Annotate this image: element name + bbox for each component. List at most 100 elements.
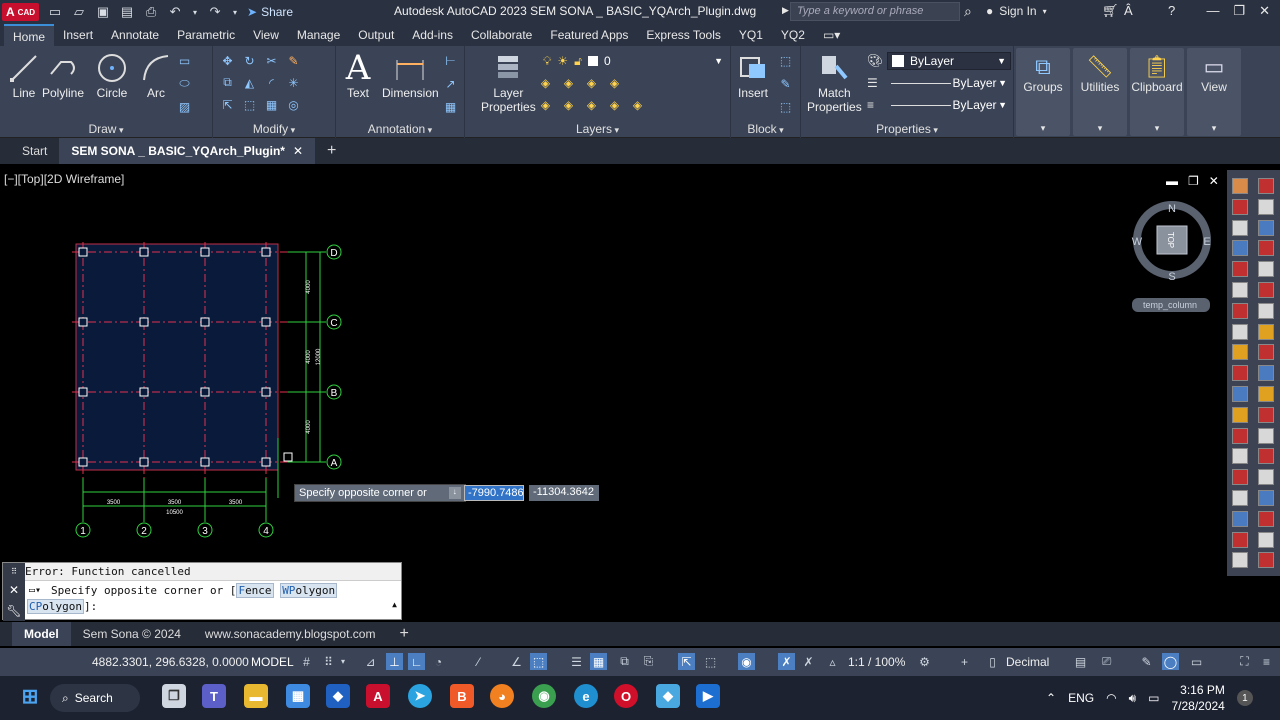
plugin-tool-1-0-icon[interactable] <box>1232 198 1248 215</box>
notification-badge[interactable]: 1 <box>1236 690 1253 706</box>
isolate-objects-icon[interactable]: ✎ <box>1138 653 1155 670</box>
ribbon-tab-yq2[interactable]: YQ2 <box>772 24 814 46</box>
viewcube[interactable]: TOP N S E W <box>1132 201 1211 283</box>
tray-expand-icon[interactable]: ⌃ <box>1046 691 1056 705</box>
ribbon-tab-output[interactable]: Output <box>349 24 403 46</box>
dynamic-ucs-icon[interactable]: ⇱ <box>678 653 695 670</box>
layer-tool-7-icon[interactable]: ◈ <box>560 96 577 113</box>
teams-icon[interactable]: T <box>202 684 226 708</box>
layer-tool-9-icon[interactable]: ◈ <box>606 96 623 113</box>
ribbon-tab-manage[interactable]: Manage <box>288 24 349 46</box>
arc-tool[interactable]: Arc <box>138 50 174 100</box>
chrome-icon[interactable]: ◉ <box>532 684 556 708</box>
edge-icon[interactable]: e <box>574 684 598 708</box>
plugin-tool-8-1-icon[interactable] <box>1258 344 1274 361</box>
opera-icon[interactable]: O <box>614 684 638 708</box>
save-icon[interactable]: ▣ <box>95 4 111 20</box>
plugin-tool-17-1-icon[interactable] <box>1258 531 1274 548</box>
new-layout-plus-icon[interactable]: + <box>387 625 420 643</box>
plugin-tool-17-0-icon[interactable] <box>1232 531 1248 548</box>
plugin-tool-2-1-icon[interactable] <box>1258 219 1274 236</box>
plugin-tool-7-1-icon[interactable] <box>1258 323 1274 340</box>
ribbon-tab-express-tools[interactable]: Express Tools <box>637 24 729 46</box>
fullscreen-icon[interactable]: ⛶ <box>1236 653 1253 670</box>
linear-dim-icon[interactable]: ⊢ <box>442 52 459 69</box>
plugin-tool-14-1-icon[interactable] <box>1258 469 1274 486</box>
brave-icon[interactable]: B <box>450 684 474 708</box>
scale-icon[interactable]: ⬚ <box>241 96 258 113</box>
ribbon-tab-collaborate[interactable]: Collaborate <box>462 24 541 46</box>
start-tab[interactable]: Start <box>10 138 59 164</box>
dimension-tool[interactable]: Dimension <box>382 50 439 100</box>
windows-start-icon[interactable]: ⊞ <box>18 684 42 708</box>
option-wpolygon[interactable]: WPolygon <box>280 583 338 598</box>
plugin-tool-2-0-icon[interactable] <box>1232 219 1248 236</box>
plugin-tool-18-1-icon[interactable] <box>1258 552 1274 569</box>
ellipse-icon[interactable]: ⬭ <box>176 75 193 92</box>
help-icon[interactable]: ? <box>1168 3 1175 18</box>
model-space-toggle[interactable]: MODEL <box>251 655 294 669</box>
polyline-tool[interactable]: Polyline <box>42 50 84 100</box>
plugin-tool-3-1-icon[interactable] <box>1258 240 1274 257</box>
plugin-tool-13-1-icon[interactable] <box>1258 448 1274 465</box>
ribbon-tab-annotate[interactable]: Annotate <box>102 24 168 46</box>
lineweight-icon[interactable]: ☰ <box>568 653 585 670</box>
clock[interactable]: 3:16 PM 7/28/2024 <box>1171 682 1224 714</box>
layer-tool-6-icon[interactable]: ◈ <box>537 96 554 113</box>
annotation-scale-icon[interactable]: ▵ <box>824 653 841 670</box>
save-as-icon[interactable]: ▤ <box>119 4 135 20</box>
layer-tool-8-icon[interactable]: ◈ <box>583 96 600 113</box>
task-view-icon[interactable]: ❐ <box>162 684 186 708</box>
copy-icon[interactable]: ⧉ <box>219 74 236 91</box>
firefox-icon[interactable]: ◕ <box>490 684 514 708</box>
search-icon[interactable]: ⌕ <box>964 3 972 20</box>
clean-screen-icon[interactable]: ▭ <box>1188 653 1205 670</box>
quick-properties-icon[interactable]: ▤ <box>1072 653 1089 670</box>
snap-dropdown-icon[interactable]: ▾ <box>339 653 347 670</box>
plugin-tool-9-0-icon[interactable] <box>1232 365 1248 382</box>
view-button[interactable]: ▭ View ▾ <box>1187 48 1241 136</box>
plugin-tool-11-1-icon[interactable] <box>1258 406 1274 423</box>
layer-properties-tool[interactable]: Layer Properties <box>481 50 536 114</box>
telegram-icon[interactable]: ➤ <box>408 684 432 708</box>
attribute-icon[interactable]: ⬚ <box>777 98 794 115</box>
polar-icon[interactable]: ◔ <box>430 653 447 670</box>
annotation-visibility-icon[interactable]: ✗ <box>778 653 795 670</box>
line-tool[interactable]: Line <box>6 50 42 100</box>
cart-icon[interactable]: 🛒︎ <box>1102 3 1119 19</box>
isodraft-icon[interactable]: ⁄ <box>470 653 487 670</box>
units-dropdown[interactable]: Decimal <box>1006 655 1049 669</box>
option-fence[interactable]: Fence <box>236 583 274 598</box>
app-menu-button[interactable]: A CAD <box>2 3 40 21</box>
share-button[interactable]: ➤ Share <box>247 5 293 19</box>
ortho-icon[interactable]: ∟ <box>408 653 425 670</box>
annotation-scale[interactable]: 1:1 / 100% <box>848 655 905 669</box>
explode-icon[interactable]: ✳ <box>285 74 302 91</box>
plugin-tool-11-0-icon[interactable] <box>1232 406 1248 423</box>
open-icon[interactable]: ▱ <box>71 4 87 20</box>
chat-app-icon[interactable]: ◆ <box>656 684 680 708</box>
layer-tool-4-icon[interactable]: ◈ <box>606 74 623 91</box>
mirror-icon[interactable]: ◭ <box>241 74 258 91</box>
keyword-search-input[interactable]: Type a keyword or phrase <box>790 2 960 21</box>
layers-panel-title[interactable]: Layers <box>465 122 730 136</box>
trim-icon[interactable]: ✂ <box>263 52 280 69</box>
groups-button[interactable]: ⧉ Groups ▾ <box>1016 48 1070 136</box>
store-icon[interactable]: ▦ <box>286 684 310 708</box>
ucs-dropdown[interactable]: temp_column <box>1132 298 1210 312</box>
block-panel-title[interactable]: Block <box>731 122 800 136</box>
draw-panel-title[interactable]: Draw <box>0 122 212 136</box>
transparency-icon[interactable]: ▦ <box>590 653 607 670</box>
erase-icon[interactable]: ✎ <box>285 52 302 69</box>
plugin-tool-14-0-icon[interactable] <box>1232 469 1248 486</box>
lock-ui-icon[interactable]: ⎚ <box>1098 653 1115 670</box>
infer-icon[interactable]: ⊿ <box>362 653 379 670</box>
leader-icon[interactable]: ↗ <box>442 75 459 92</box>
plugin-tool-10-1-icon[interactable] <box>1258 386 1274 402</box>
selection-filter-icon[interactable]: ⬚ <box>702 653 719 670</box>
volume-icon[interactable]: 🔊︎ <box>1129 691 1137 706</box>
plugin-tool-0-1-icon[interactable] <box>1258 178 1274 194</box>
circle-tool[interactable]: Circle <box>94 50 130 100</box>
sign-in-button[interactable]: ● Sign In ▾ <box>986 4 1047 18</box>
properties-panel-title[interactable]: Properties <box>801 122 1013 136</box>
